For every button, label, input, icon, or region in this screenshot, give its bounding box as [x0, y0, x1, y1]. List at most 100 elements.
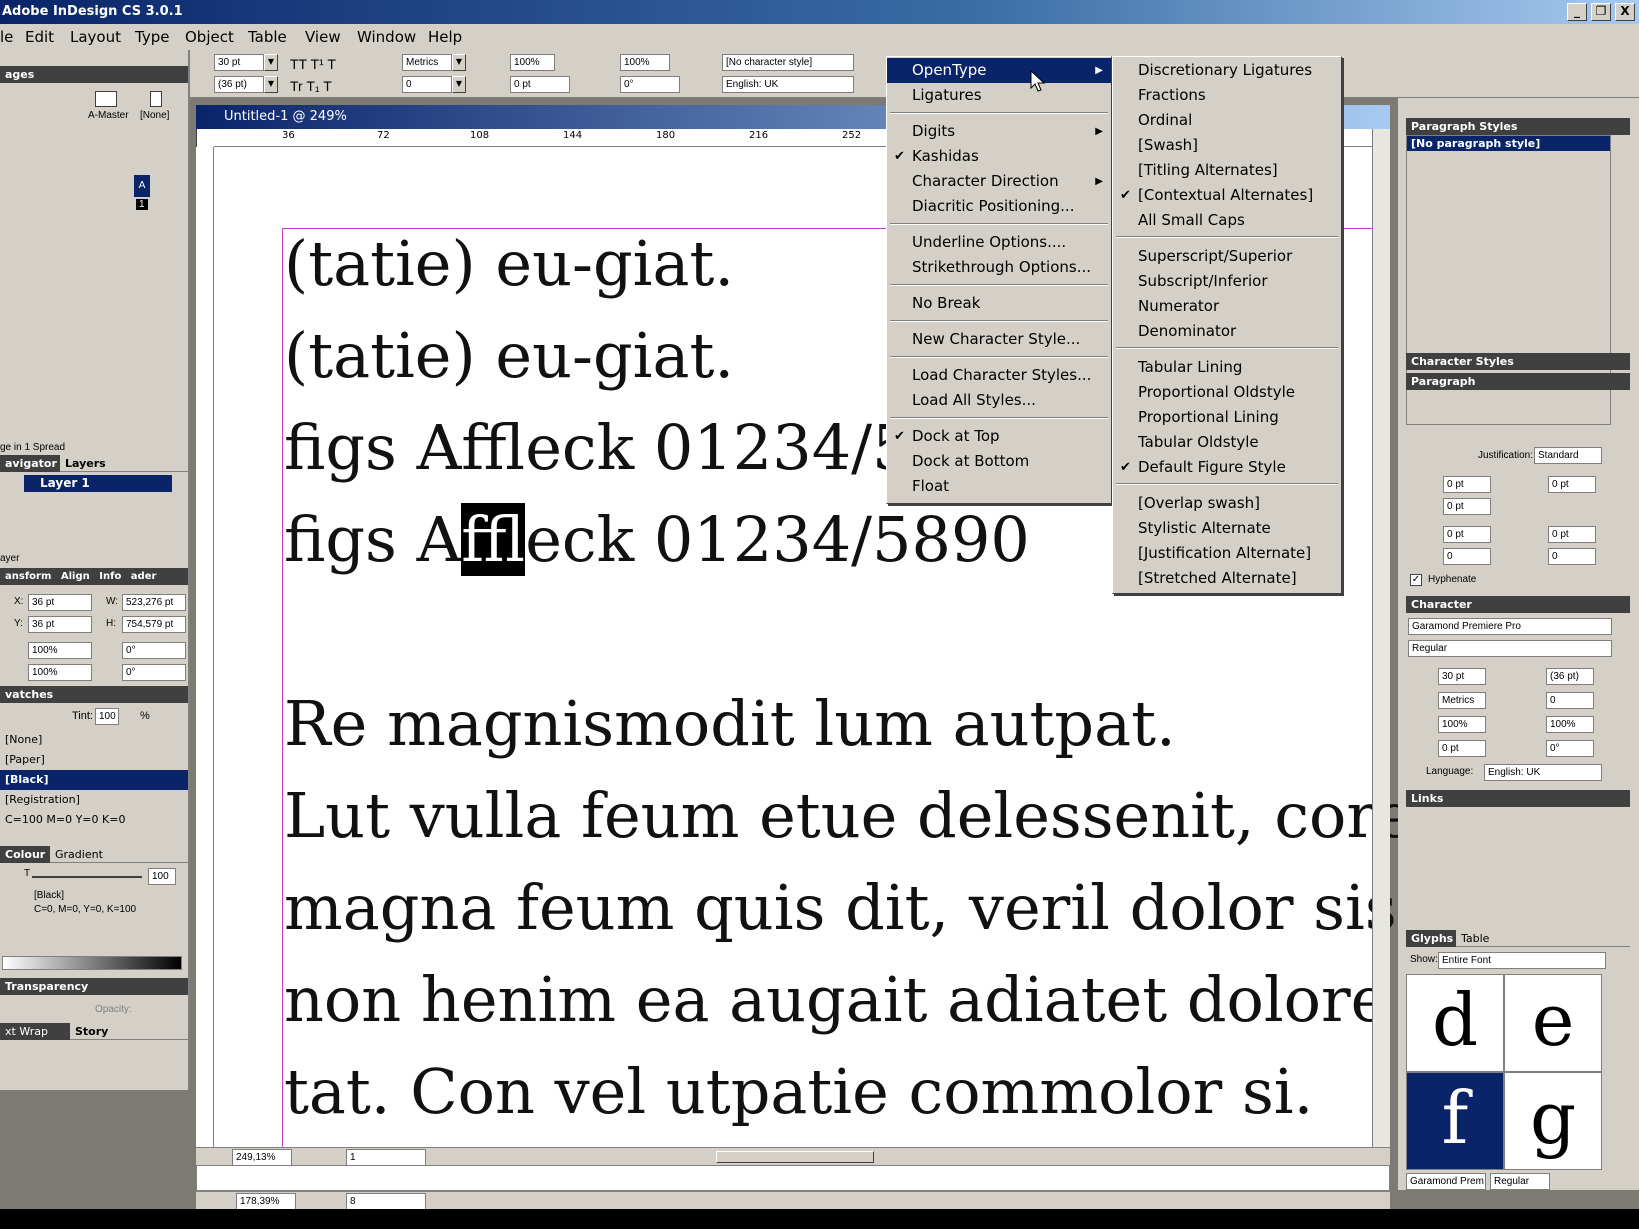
- submenu-titling-alternates[interactable]: [Titling Alternates]: [1113, 158, 1341, 183]
- glyph-cell-d[interactable]: d: [1406, 974, 1504, 1072]
- char-style-select[interactable]: [No character style]: [722, 54, 854, 71]
- tracking-field[interactable]: 0: [402, 76, 452, 93]
- submenu-discretionary-ligatures[interactable]: Discretionary Ligatures: [1113, 58, 1341, 83]
- hyphenate-checkbox[interactable]: ✓: [1410, 574, 1422, 586]
- font-family-select[interactable]: Garamond Premiere Pro: [1408, 618, 1612, 635]
- menu-table[interactable]: Table: [248, 24, 287, 50]
- shear-field[interactable]: 0°: [122, 664, 186, 681]
- menu-file[interactable]: le: [0, 24, 13, 50]
- menu-view[interactable]: View: [305, 24, 341, 50]
- submenu-proportional-oldstyle[interactable]: Proportional Oldstyle: [1113, 380, 1341, 405]
- character-styles-tab[interactable]: Character Styles: [1406, 353, 1630, 370]
- submenu-ordinal[interactable]: Ordinal: [1113, 108, 1341, 133]
- paragraph-styles-tab[interactable]: Paragraph Styles: [1406, 118, 1630, 135]
- font-style-select[interactable]: Regular: [1408, 640, 1612, 657]
- vscale-field[interactable]: 100%: [510, 54, 555, 71]
- tab-align[interactable]: Align: [61, 571, 90, 582]
- table-tab[interactable]: Table: [1456, 930, 1630, 947]
- swatch-black[interactable]: [Black]: [0, 770, 188, 790]
- colour-value-field[interactable]: 100: [148, 868, 176, 885]
- char-vscale-field[interactable]: 100%: [1438, 716, 1486, 733]
- zoom-field[interactable]: 249,13%: [232, 1149, 292, 1166]
- menu-item-float[interactable]: Float: [887, 474, 1111, 499]
- tab-gradient[interactable]: Gradient: [50, 846, 188, 863]
- pages-tab[interactable]: ages: [0, 66, 188, 83]
- swatch-paper[interactable]: [Paper]: [0, 750, 188, 770]
- menu-item-diacritic[interactable]: Diacritic Positioning...: [887, 194, 1111, 219]
- page-thumbnail[interactable]: A: [134, 175, 150, 197]
- submenu-justification-alternate[interactable]: [Justification Alternate]: [1113, 541, 1341, 566]
- swatch-registration[interactable]: [Registration]: [0, 790, 188, 810]
- submenu-tabular-lining[interactable]: Tabular Lining: [1113, 355, 1341, 380]
- glyph-cell-e[interactable]: e: [1504, 974, 1602, 1072]
- right-indent-field[interactable]: 0 pt: [1548, 476, 1596, 493]
- font-size-dropdown[interactable]: ▼: [264, 54, 278, 71]
- submenu-default-figure-style[interactable]: ✔ Default Figure Style: [1113, 455, 1341, 480]
- font-size-field[interactable]: 30 pt: [214, 54, 264, 71]
- tab-reader[interactable]: ader: [131, 571, 157, 582]
- char-skew-field[interactable]: 0°: [1546, 740, 1594, 757]
- space-before-field[interactable]: 0 pt: [1443, 526, 1491, 543]
- language-select[interactable]: English: UK: [722, 76, 854, 93]
- menu-item-opentype[interactable]: OpenType ▶: [887, 58, 1111, 83]
- x-field[interactable]: 36 pt: [28, 594, 92, 611]
- menu-item-kashidas[interactable]: ✔ Kashidas: [887, 144, 1111, 169]
- menu-help[interactable]: Help: [428, 24, 462, 50]
- menu-item-strikethrough[interactable]: Strikethrough Options...: [887, 255, 1111, 280]
- left-indent-field[interactable]: 0 pt: [1443, 476, 1491, 493]
- tint-field[interactable]: 100: [95, 708, 119, 725]
- paragraph-tab[interactable]: Paragraph: [1406, 373, 1630, 390]
- none-page-icon[interactable]: [150, 91, 162, 107]
- submenu-subscript[interactable]: Subscript/Inferior: [1113, 269, 1341, 294]
- restore-button[interactable]: ❐: [1591, 3, 1611, 21]
- char-language-select[interactable]: English: UK: [1484, 764, 1602, 781]
- menu-layout[interactable]: Layout: [70, 24, 121, 50]
- no-paragraph-style[interactable]: [No paragraph style]: [1407, 136, 1610, 151]
- tab-transform[interactable]: ansform: [5, 571, 51, 582]
- colour-ramp[interactable]: [2, 956, 182, 970]
- char-track-field[interactable]: 0: [1546, 692, 1594, 709]
- links-tab[interactable]: Links: [1406, 790, 1630, 807]
- submenu-proportional-lining[interactable]: Proportional Lining: [1113, 405, 1341, 430]
- hscale-field[interactable]: 100%: [620, 54, 670, 71]
- kerning-dropdown[interactable]: ▼: [452, 54, 466, 71]
- tab-text-wrap[interactable]: xt Wrap: [0, 1023, 70, 1040]
- master-page-icon[interactable]: [95, 91, 117, 107]
- y-field[interactable]: 36 pt: [28, 616, 92, 633]
- submenu-overlap-swash[interactable]: [Overlap swash]: [1113, 491, 1341, 516]
- character-tab[interactable]: Character: [1406, 596, 1630, 613]
- glyph-cell-f[interactable]: f: [1406, 1072, 1504, 1170]
- layer-row[interactable]: Layer 1: [24, 475, 172, 492]
- glyph-style-select[interactable]: Regular: [1490, 1173, 1550, 1190]
- submenu-contextual-alternates[interactable]: ✔ [Contextual Alternates]: [1113, 183, 1341, 208]
- menu-item-no-break[interactable]: No Break: [887, 291, 1111, 316]
- page-field[interactable]: 1: [346, 1149, 426, 1166]
- submenu-all-small-caps[interactable]: All Small Caps: [1113, 208, 1341, 233]
- transparency-tab[interactable]: Transparency: [0, 978, 188, 995]
- layers-tab[interactable]: Layers: [60, 455, 188, 472]
- menu-item-underline[interactable]: Underline Options....: [887, 230, 1111, 255]
- menu-item-digits[interactable]: Digits ▶: [887, 119, 1111, 144]
- swatch-none[interactable]: [None]: [0, 730, 188, 750]
- char-size-field[interactable]: 30 pt: [1438, 668, 1486, 685]
- char-baseline-field[interactable]: 0 pt: [1438, 740, 1486, 757]
- submenu-denominator[interactable]: Denominator: [1113, 319, 1341, 344]
- kerning-field[interactable]: Metrics: [402, 54, 452, 71]
- menu-item-dock-bottom[interactable]: Dock at Bottom: [887, 449, 1111, 474]
- justification-select[interactable]: Standard: [1534, 447, 1602, 464]
- page-field-2[interactable]: 8: [346, 1193, 426, 1210]
- close-button[interactable]: X: [1615, 3, 1635, 21]
- minimize-button[interactable]: _: [1567, 3, 1587, 21]
- skew-field[interactable]: 0°: [620, 76, 680, 93]
- all-caps-icon[interactable]: TT T¹ T: [290, 56, 336, 72]
- menu-type[interactable]: Type: [135, 24, 169, 50]
- menu-item-load-char-styles[interactable]: Load Character Styles...: [887, 363, 1111, 388]
- submenu-superscript[interactable]: Superscript/Superior: [1113, 244, 1341, 269]
- glyph-show-select[interactable]: Entire Font: [1438, 952, 1606, 969]
- baseline-field[interactable]: 0 pt: [510, 76, 570, 93]
- drop-cap-chars-field[interactable]: 0: [1548, 548, 1596, 565]
- submenu-fractions[interactable]: Fractions: [1113, 83, 1341, 108]
- leading-dropdown[interactable]: ▼: [264, 76, 278, 93]
- menu-item-ligatures[interactable]: Ligatures: [887, 83, 1111, 108]
- glyph-cell-g[interactable]: g: [1504, 1072, 1602, 1170]
